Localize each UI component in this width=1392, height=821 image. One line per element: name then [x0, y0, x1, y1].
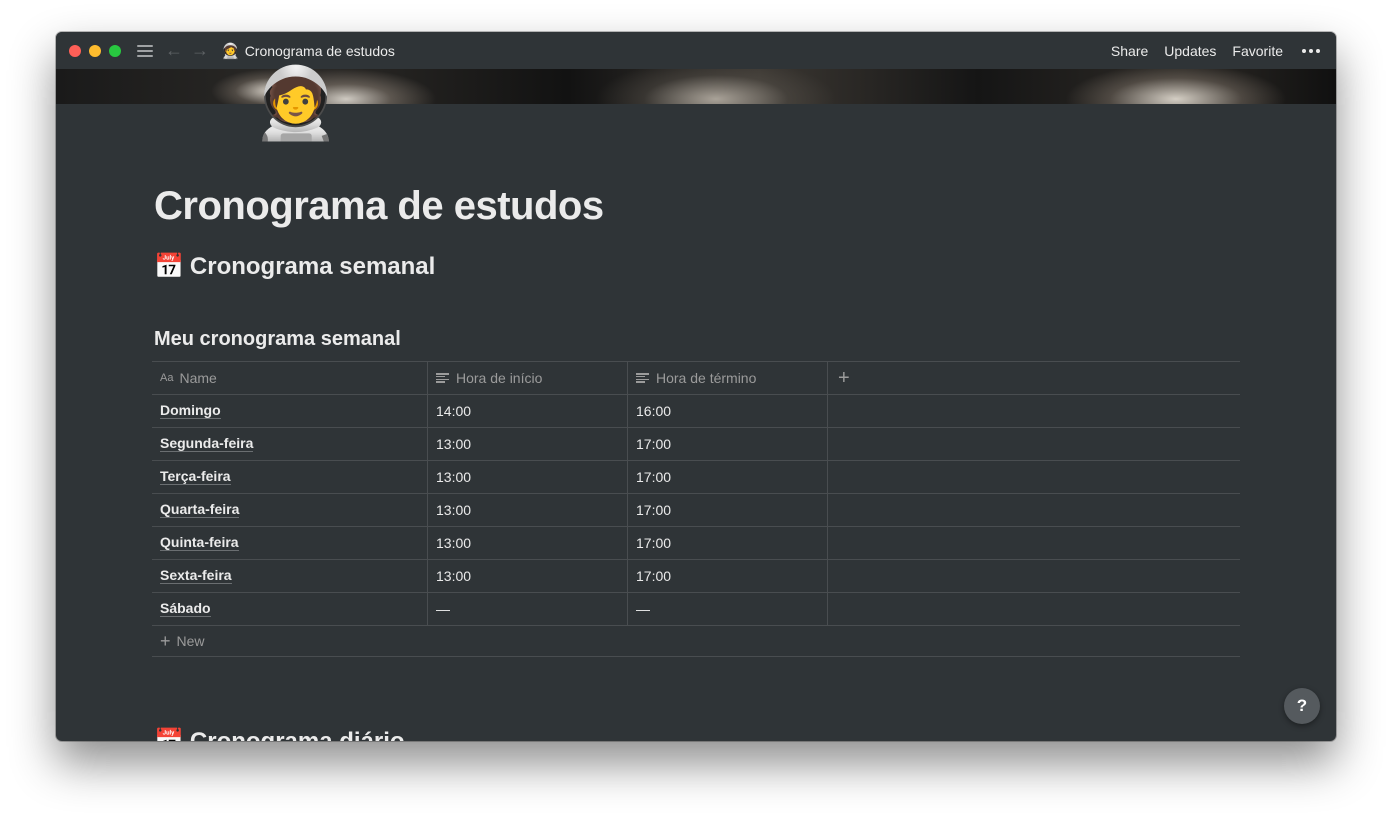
- table-row[interactable]: Quinta-feira 13:00 17:00: [152, 527, 1240, 560]
- close-window-button[interactable]: [69, 44, 81, 57]
- database-title[interactable]: Meu cronograma semanal: [154, 328, 401, 351]
- share-button[interactable]: Share: [1111, 43, 1148, 59]
- row-name[interactable]: Quinta-feira: [160, 535, 239, 551]
- start-time-cell[interactable]: 13:00: [428, 428, 628, 460]
- section-heading-text: Cronograma semanal: [189, 253, 436, 280]
- start-time-cell[interactable]: 14:00: [428, 395, 628, 427]
- name-cell[interactable]: Domingo: [152, 395, 428, 427]
- table-header-row: Aa Name Hora de início Hora de término +: [152, 362, 1240, 395]
- new-row-label: New: [176, 633, 205, 649]
- row-name[interactable]: Segunda-feira: [160, 436, 254, 452]
- table-row[interactable]: Segunda-feira 13:00 17:00: [152, 428, 1240, 461]
- table-row[interactable]: Sexta-feira 13:00 17:00: [152, 560, 1240, 593]
- text-lines-icon: [636, 373, 649, 383]
- empty-cell: [828, 494, 1240, 526]
- end-time-cell[interactable]: 16:00: [628, 395, 828, 427]
- section-heading-daily[interactable]: 📅 Cronograma diário: [154, 727, 405, 741]
- start-time-cell[interactable]: 13:00: [428, 461, 628, 493]
- end-time-cell[interactable]: 17:00: [628, 527, 828, 559]
- empty-cell: [828, 428, 1240, 460]
- window-controls: [69, 44, 129, 57]
- row-name[interactable]: Sexta-feira: [160, 568, 232, 584]
- topbar-actions: Share Updates Favorite: [1095, 43, 1320, 59]
- title-bar: ← → 🧑‍🚀 Cronograma de estudos Share Upda…: [56, 32, 1336, 69]
- calendar-icon: 📅: [154, 253, 184, 280]
- name-cell[interactable]: Quinta-feira: [152, 527, 428, 559]
- maximize-window-button[interactable]: [109, 44, 121, 57]
- column-header-label: Hora de início: [456, 370, 543, 386]
- empty-cell: [828, 560, 1240, 592]
- text-lines-icon: [436, 373, 449, 383]
- add-column-cell: +: [828, 362, 1240, 394]
- app-window: ← → 🧑‍🚀 Cronograma de estudos Share Upda…: [56, 32, 1336, 741]
- end-time-cell[interactable]: 17:00: [628, 494, 828, 526]
- row-name[interactable]: Quarta-feira: [160, 502, 240, 518]
- page-cover-image[interactable]: [56, 69, 1336, 104]
- database-table: Aa Name Hora de início Hora de término +…: [152, 361, 1240, 657]
- column-header-end[interactable]: Hora de término: [628, 362, 828, 394]
- plus-icon: +: [160, 631, 171, 651]
- table-row[interactable]: Sábado — —: [152, 593, 1240, 626]
- name-cell[interactable]: Quarta-feira: [152, 494, 428, 526]
- calendar-icon: 📅: [154, 728, 184, 741]
- empty-cell: [828, 395, 1240, 427]
- start-time-cell[interactable]: 13:00: [428, 494, 628, 526]
- column-header-start[interactable]: Hora de início: [428, 362, 628, 394]
- page-title[interactable]: Cronograma de estudos: [154, 184, 604, 229]
- name-cell[interactable]: Segunda-feira: [152, 428, 428, 460]
- start-time-cell[interactable]: —: [428, 593, 628, 625]
- empty-cell: [828, 461, 1240, 493]
- favorite-button[interactable]: Favorite: [1232, 43, 1283, 59]
- table-row[interactable]: Terça-feira 13:00 17:00: [152, 461, 1240, 494]
- page-icon[interactable]: 🧑‍🚀: [252, 68, 339, 138]
- column-header-label: Hora de término: [656, 370, 757, 386]
- section-heading-text: Cronograma diário: [190, 728, 405, 741]
- row-name[interactable]: Domingo: [160, 403, 221, 419]
- name-cell[interactable]: Sábado: [152, 593, 428, 625]
- empty-cell: [828, 527, 1240, 559]
- table-row[interactable]: Domingo 14:00 16:00: [152, 395, 1240, 428]
- more-options-icon[interactable]: [1299, 48, 1320, 53]
- updates-button[interactable]: Updates: [1164, 43, 1216, 59]
- end-time-cell[interactable]: 17:00: [628, 461, 828, 493]
- new-row-button[interactable]: + New: [152, 626, 1240, 657]
- table-row[interactable]: Quarta-feira 13:00 17:00: [152, 494, 1240, 527]
- end-time-cell[interactable]: —: [628, 593, 828, 625]
- section-heading[interactable]: 📅 Cronograma semanal: [154, 252, 435, 281]
- row-name[interactable]: Sábado: [160, 601, 211, 617]
- column-header-label: Name: [179, 370, 217, 386]
- start-time-cell[interactable]: 13:00: [428, 527, 628, 559]
- row-name[interactable]: Terça-feira: [160, 469, 231, 485]
- column-header-name[interactable]: Aa Name: [152, 362, 428, 394]
- name-cell[interactable]: Terça-feira: [152, 461, 428, 493]
- end-time-cell[interactable]: 17:00: [628, 560, 828, 592]
- page-emoji-icon: 🧑‍🚀: [221, 42, 240, 60]
- back-arrow-icon[interactable]: ←: [165, 40, 183, 61]
- sidebar-toggle-icon[interactable]: [137, 44, 153, 57]
- breadcrumb-page-title[interactable]: Cronograma de estudos: [245, 43, 395, 59]
- empty-cell: [828, 593, 1240, 625]
- title-property-icon: Aa: [160, 372, 174, 384]
- start-time-cell[interactable]: 13:00: [428, 560, 628, 592]
- help-button[interactable]: ?: [1284, 688, 1320, 724]
- end-time-cell[interactable]: 17:00: [628, 428, 828, 460]
- add-column-icon[interactable]: +: [838, 368, 850, 388]
- forward-arrow-icon[interactable]: →: [191, 40, 209, 61]
- minimize-window-button[interactable]: [89, 44, 101, 57]
- name-cell[interactable]: Sexta-feira: [152, 560, 428, 592]
